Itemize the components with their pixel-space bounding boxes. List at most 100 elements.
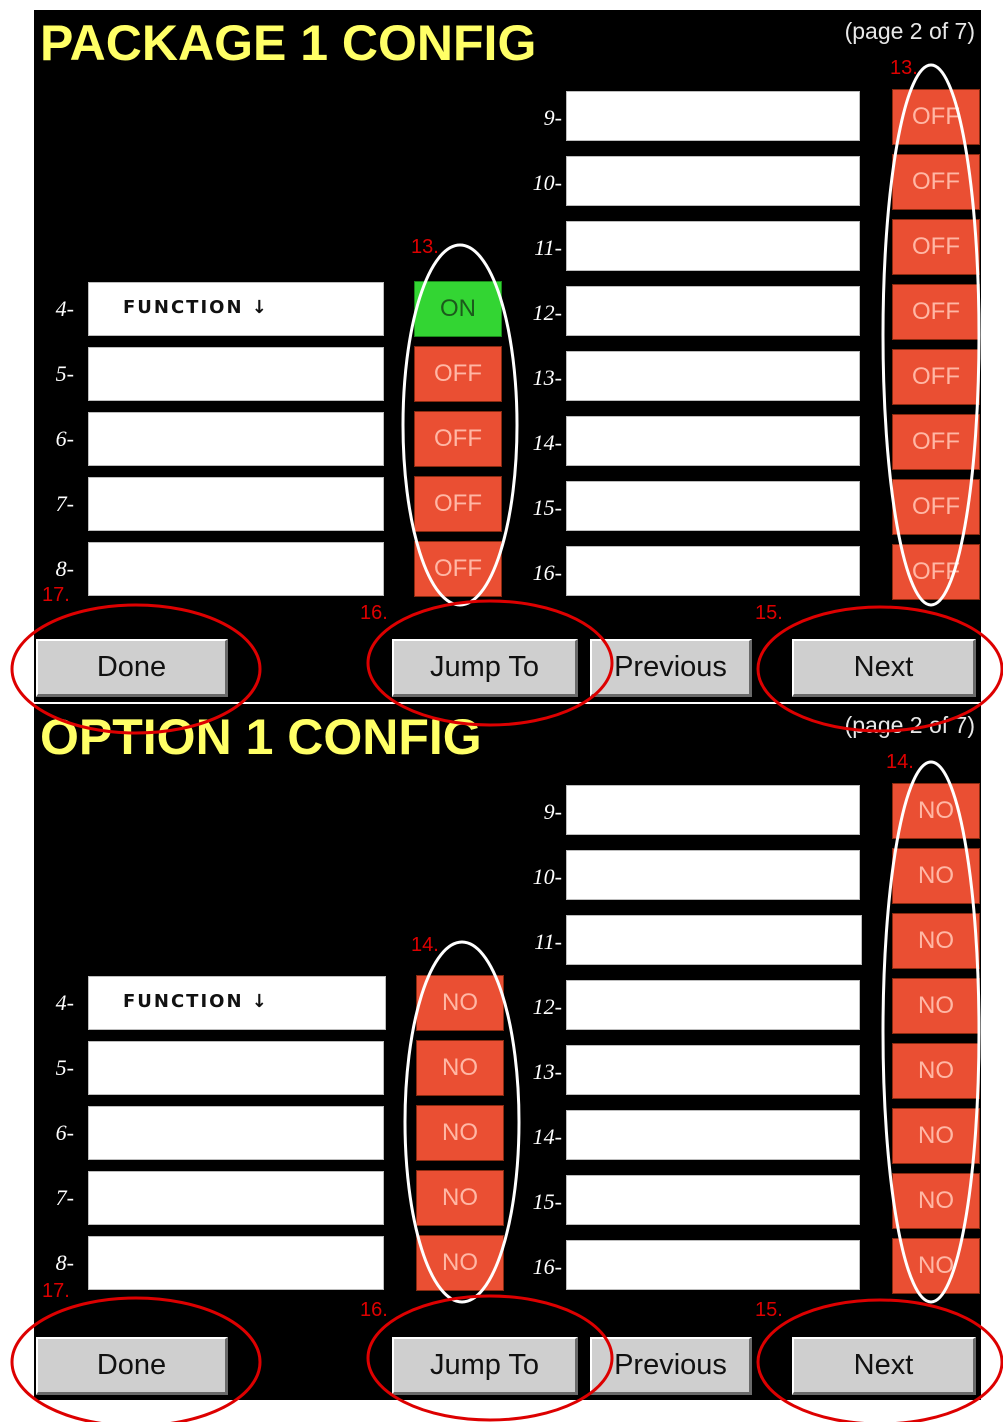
- function-field-7[interactable]: [88, 477, 384, 531]
- row-number-15: 15-: [532, 495, 562, 520]
- row-number-12: 12-: [532, 994, 562, 1019]
- row-number-11: 11-: [534, 929, 562, 954]
- function-field-13[interactable]: [566, 351, 860, 401]
- callout-number-next: 15.: [755, 602, 783, 624]
- toggle-row-13[interactable]: NO: [892, 1043, 980, 1099]
- callout-number-left-toggles: 13.: [411, 236, 439, 258]
- previous-button[interactable]: Previous: [590, 639, 752, 697]
- row-number-16: 16-: [532, 560, 562, 585]
- row-number-8: 8-: [55, 556, 74, 581]
- callout-number-jump-to: 16.: [360, 602, 388, 624]
- function-field-11[interactable]: [566, 221, 860, 271]
- row-number-4: 4-: [55, 296, 74, 321]
- toggle-row-8[interactable]: OFF: [414, 541, 502, 597]
- row-number-14: 14-: [532, 1124, 562, 1149]
- toggle-row-6[interactable]: OFF: [414, 411, 502, 467]
- toggle-row-14[interactable]: NO: [892, 1108, 980, 1164]
- callout-number-right-toggles: 14.: [886, 751, 914, 773]
- row-number-5: 5-: [55, 361, 74, 386]
- done-button[interactable]: Done: [36, 639, 228, 697]
- toggle-row-15[interactable]: NO: [892, 1173, 980, 1229]
- field-value: FUNCTION ↓: [123, 297, 269, 318]
- toggle-row-13[interactable]: OFF: [892, 349, 980, 405]
- function-field-10[interactable]: [566, 850, 860, 900]
- function-field-14[interactable]: [566, 1110, 860, 1160]
- next-button[interactable]: Next: [792, 1337, 976, 1395]
- toggle-row-11[interactable]: OFF: [892, 219, 980, 275]
- function-field-5[interactable]: [88, 347, 384, 401]
- toggle-row-10[interactable]: OFF: [892, 154, 980, 210]
- function-field-7[interactable]: [88, 1171, 384, 1225]
- page-indicator: (page 2 of 7): [844, 18, 975, 44]
- option-config-panel: OPTION 1 CONFIG (page 2 of 7) 4- FUNCTIO…: [34, 704, 981, 1400]
- toggle-row-11[interactable]: NO: [892, 913, 980, 969]
- toggle-row-6[interactable]: NO: [416, 1105, 504, 1161]
- jump-to-button[interactable]: Jump To: [392, 639, 578, 697]
- function-field-15[interactable]: [566, 481, 860, 531]
- function-field-11[interactable]: [566, 915, 862, 965]
- toggle-row-12[interactable]: NO: [892, 978, 980, 1034]
- callout-number-left-toggles: 14.: [411, 934, 439, 956]
- jump-to-button[interactable]: Jump To: [392, 1337, 578, 1395]
- toggle-row-12[interactable]: OFF: [892, 284, 980, 340]
- callout-number-next: 15.: [755, 1299, 783, 1321]
- function-field-14[interactable]: [566, 416, 860, 466]
- function-field-9[interactable]: [566, 91, 860, 141]
- toggle-row-7[interactable]: OFF: [414, 476, 502, 532]
- function-field-16[interactable]: [566, 1240, 860, 1290]
- callout-number-right-toggles: 13.: [890, 57, 918, 79]
- function-field-4[interactable]: FUNCTION ↓: [88, 976, 386, 1030]
- row-number-13: 13-: [532, 1059, 562, 1084]
- function-field-8[interactable]: [88, 542, 384, 596]
- function-field-12[interactable]: [566, 980, 860, 1030]
- previous-button[interactable]: Previous: [590, 1337, 752, 1395]
- row-number-14: 14-: [532, 430, 562, 455]
- toggle-row-10[interactable]: NO: [892, 848, 980, 904]
- row-number-12: 12-: [532, 300, 562, 325]
- next-button[interactable]: Next: [792, 639, 976, 697]
- function-field-6[interactable]: [88, 412, 384, 466]
- toggle-row-5[interactable]: OFF: [414, 346, 502, 402]
- toggle-row-16[interactable]: OFF: [892, 544, 980, 600]
- row-number-13: 13-: [532, 365, 562, 390]
- row-number-4: 4-: [55, 990, 74, 1015]
- toggle-row-5[interactable]: NO: [416, 1040, 504, 1096]
- row-number-7: 7-: [55, 491, 74, 516]
- function-field-5[interactable]: [88, 1041, 384, 1095]
- function-field-6[interactable]: [88, 1106, 384, 1160]
- row-number-9: 9-: [543, 799, 562, 824]
- function-field-12[interactable]: [566, 286, 860, 336]
- row-number-16: 16-: [532, 1254, 562, 1279]
- function-field-13[interactable]: [566, 1045, 860, 1095]
- row-number-7: 7-: [55, 1185, 74, 1210]
- function-field-9[interactable]: [566, 785, 860, 835]
- toggle-row-7[interactable]: NO: [416, 1170, 504, 1226]
- toggle-row-4[interactable]: ON: [414, 281, 502, 337]
- toggle-row-14[interactable]: OFF: [892, 414, 980, 470]
- row-number-10: 10-: [532, 170, 562, 195]
- toggle-row-9[interactable]: NO: [892, 783, 980, 839]
- done-button[interactable]: Done: [36, 1337, 228, 1395]
- function-field-8[interactable]: [88, 1236, 384, 1290]
- toggle-row-8[interactable]: NO: [416, 1235, 504, 1291]
- row-number-10: 10-: [532, 864, 562, 889]
- row-number-11: 11-: [534, 235, 562, 260]
- callout-number-done: 17.: [42, 584, 70, 606]
- toggle-row-15[interactable]: OFF: [892, 479, 980, 535]
- page-indicator: (page 2 of 7): [844, 712, 975, 738]
- function-field-10[interactable]: [566, 156, 860, 206]
- toggle-row-16[interactable]: NO: [892, 1238, 980, 1294]
- row-number-6: 6-: [55, 1120, 74, 1145]
- row-number-9: 9-: [543, 105, 562, 130]
- callout-number-jump-to: 16.: [360, 1299, 388, 1321]
- toggle-row-9[interactable]: OFF: [892, 89, 980, 145]
- function-field-4[interactable]: FUNCTION ↓: [88, 282, 384, 336]
- row-number-8: 8-: [55, 1250, 74, 1275]
- page-title: PACKAGE 1 CONFIG: [40, 15, 537, 71]
- toggle-row-4[interactable]: NO: [416, 975, 504, 1031]
- row-number-15: 15-: [532, 1189, 562, 1214]
- callout-number-done: 17.: [42, 1280, 70, 1302]
- row-number-6: 6-: [55, 426, 74, 451]
- function-field-15[interactable]: [566, 1175, 860, 1225]
- function-field-16[interactable]: [566, 546, 860, 596]
